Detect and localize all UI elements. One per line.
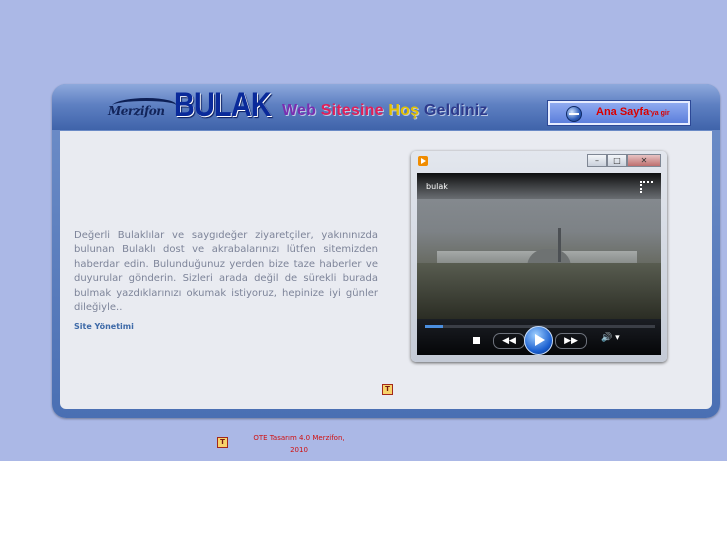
video-player[interactable]: – □ ✕ bulak ◀◀ ▶▶ 🔊 ▾ — [411, 151, 667, 362]
small-badge-icon[interactable]: T — [382, 384, 393, 395]
intro-text: Değerli Bulaklılar ve saygıdeğer ziyaret… — [74, 230, 378, 314]
logo-main-text: BULAK — [174, 86, 272, 124]
minimize-button[interactable]: – — [587, 154, 607, 167]
home-page-button[interactable]: Ana Sayfa'ya gir — [548, 101, 690, 125]
video-title: bulak — [426, 182, 448, 191]
footer-credit-line2: 2010 — [290, 446, 308, 454]
signature-text: Site Yönetimi — [74, 322, 134, 331]
video-scene-hills — [417, 263, 661, 319]
footer-credit-line1: OTE Tasarım 4.0 Merzifon, — [253, 434, 345, 442]
media-player-icon — [418, 156, 428, 166]
player-controls: ◀◀ ▶▶ 🔊 ▾ — [417, 319, 661, 355]
welcome-word: Hoş — [388, 102, 424, 119]
welcome-word: Geldiniz — [423, 102, 488, 119]
play-icon[interactable] — [524, 326, 553, 355]
next-button[interactable]: ▶▶ — [555, 333, 587, 349]
video-title-bar — [417, 173, 661, 199]
footer-credit: OTE Tasarım 4.0 Merzifon, 2010 — [230, 432, 368, 456]
home-label-suffix: 'ya gir — [649, 110, 670, 117]
close-button[interactable]: ✕ — [627, 154, 661, 167]
seek-progress — [425, 325, 444, 328]
welcome-word: Sitesine — [320, 102, 389, 119]
video-scene-minaret — [558, 228, 561, 262]
logo-script-text: Merzifon — [108, 104, 165, 118]
fullscreen-icon[interactable] — [640, 181, 653, 193]
video-frame[interactable]: bulak — [417, 173, 661, 319]
video-area[interactable]: bulak ◀◀ ▶▶ 🔊 ▾ — [417, 173, 661, 355]
previous-button[interactable]: ◀◀ — [493, 333, 525, 349]
stop-icon[interactable] — [473, 337, 480, 344]
maximize-button[interactable]: □ — [607, 154, 627, 167]
panel-header: Merzifon BULAK Web Sitesine Hoş Geldiniz… — [52, 84, 720, 130]
welcome-word: Web — [282, 102, 321, 119]
footer-badge-icon[interactable]: T — [217, 437, 228, 448]
home-button-label: Ana Sayfa'ya gir — [596, 106, 670, 118]
home-label-main: Ana Sayfa — [596, 106, 650, 118]
volume-button[interactable]: 🔊 ▾ — [601, 333, 620, 343]
player-titlebar[interactable]: – □ ✕ — [411, 151, 667, 171]
welcome-banner: Web Sitesine Hoş Geldiniz — [282, 102, 488, 120]
globe-icon — [566, 106, 582, 122]
